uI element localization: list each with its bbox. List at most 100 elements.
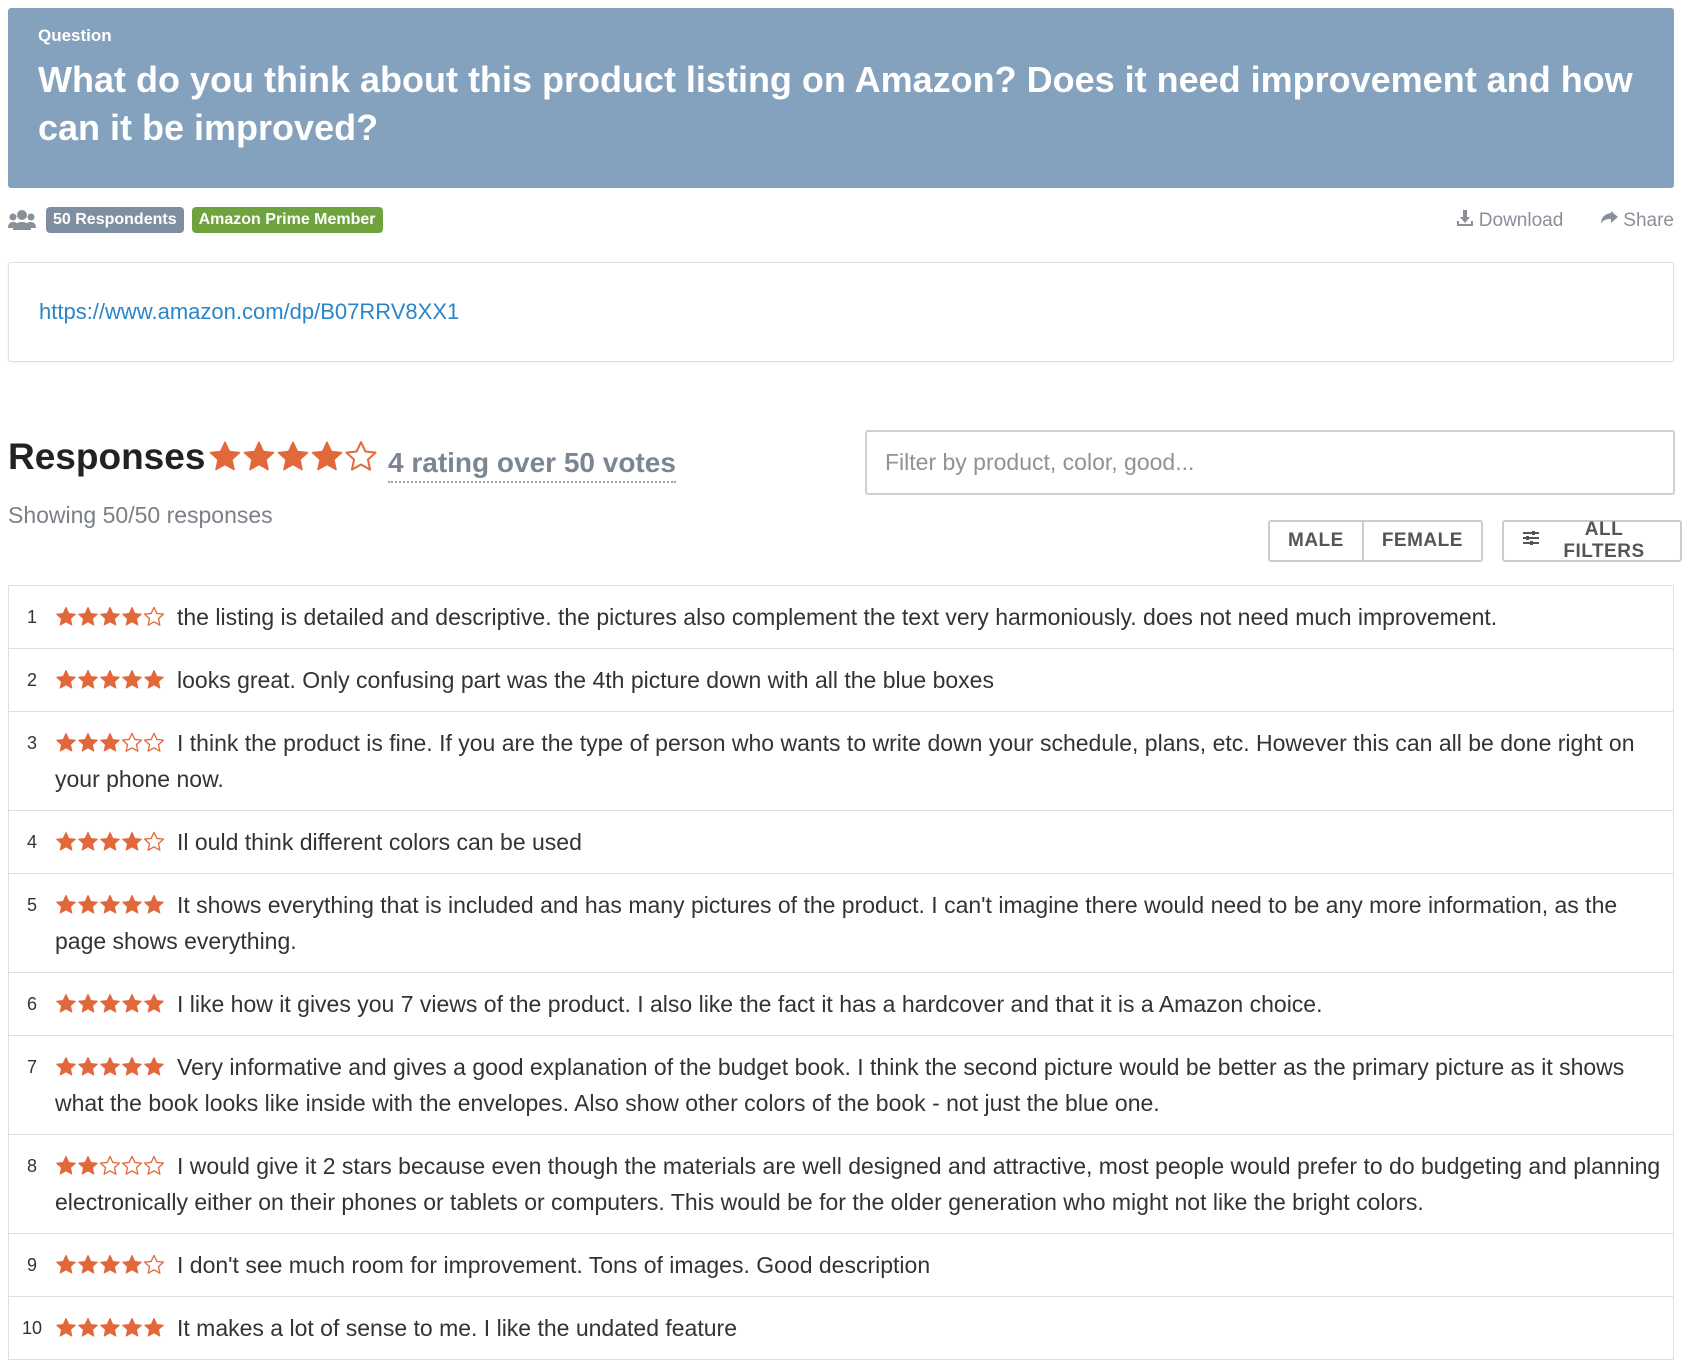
- response-text: I would give it 2 stars because even tho…: [55, 1153, 1661, 1215]
- row-number: 3: [26, 733, 37, 753]
- question-kicker: Question: [38, 26, 112, 45]
- star-filled-icon: [100, 669, 120, 689]
- star-empty-icon: [345, 441, 377, 471]
- table-row: 6 I like how it gives you 7 views of the …: [9, 973, 1673, 1036]
- respondents-badge: 50 Respondents: [46, 207, 184, 233]
- star-filled-icon: [78, 894, 98, 914]
- row-body: I would give it 2 stars because even tho…: [55, 1148, 1661, 1220]
- star-filled-icon: [277, 441, 309, 471]
- star-filled-icon: [144, 993, 164, 1013]
- overall-rating-stars: [208, 440, 378, 474]
- star-filled-icon: [56, 1317, 76, 1337]
- star-filled-icon: [56, 606, 76, 626]
- actions: Download Share: [1455, 208, 1674, 234]
- filter-input[interactable]: [865, 430, 1675, 495]
- star-filled-icon: [78, 1317, 98, 1337]
- page: Question What do you think about this pr…: [0, 0, 1682, 1360]
- star-filled-icon: [78, 669, 98, 689]
- product-link-card: https://www.amazon.com/dp/B07RRV8XX1: [8, 262, 1674, 362]
- star-filled-icon: [78, 1056, 98, 1076]
- response-text: I don't see much room for improvement. T…: [177, 1252, 931, 1278]
- star-filled-icon: [209, 441, 241, 471]
- overall-rating-link[interactable]: 4 rating over 50 votes: [388, 447, 676, 483]
- row-rating-stars: [55, 1056, 165, 1078]
- table-row: 8 I would give it 2 stars because even th…: [9, 1135, 1673, 1234]
- row-body: I think the product is fine. If you are …: [55, 725, 1661, 797]
- gender-filter-group: MALE FEMALE: [1268, 520, 1483, 562]
- row-number: 6: [26, 994, 37, 1014]
- table-row: 9 I don't see much room for improvement. …: [9, 1234, 1673, 1297]
- table-row: 10 It makes a lot of sense to me. I like …: [9, 1297, 1673, 1360]
- table-row: 3 I think the product is fine. If you are…: [9, 712, 1673, 811]
- star-filled-icon: [122, 894, 142, 914]
- share-label: Share: [1623, 210, 1674, 231]
- download-button[interactable]: Download: [1455, 208, 1564, 234]
- row-rating-stars: [55, 732, 165, 754]
- star-filled-icon: [56, 732, 76, 752]
- response-text: Il ould think different colors can be us…: [177, 829, 582, 855]
- responses-table: 1 the listing is detailed and descriptive…: [8, 585, 1674, 1360]
- star-filled-icon: [56, 894, 76, 914]
- row-number: 5: [26, 895, 37, 915]
- share-icon: [1599, 208, 1619, 234]
- question-text: What do you think about this product lis…: [38, 59, 1633, 148]
- star-filled-icon: [56, 831, 76, 851]
- star-empty-icon: [121, 1155, 143, 1175]
- row-number: 8: [26, 1156, 37, 1176]
- row-number: 9: [26, 1255, 37, 1275]
- row-number: 4: [26, 832, 37, 852]
- responses-title: Responses: [8, 436, 206, 477]
- row-body: It shows everything that is included and…: [55, 887, 1661, 959]
- question-banner: Question What do you think about this pr…: [8, 8, 1674, 188]
- star-filled-icon: [144, 669, 164, 689]
- all-filters-button[interactable]: ALL FILTERS: [1502, 519, 1682, 562]
- star-filled-icon: [122, 831, 142, 851]
- response-text: I like how it gives you 7 views of the p…: [177, 991, 1323, 1017]
- filter-male-button[interactable]: MALE: [1268, 520, 1364, 562]
- star-filled-icon: [56, 1056, 76, 1076]
- response-text: Very informative and gives a good explan…: [55, 1054, 1625, 1116]
- table-row: 7 Very informative and gives a good expla…: [9, 1036, 1673, 1135]
- row-rating-stars: [55, 1254, 165, 1276]
- star-empty-icon: [143, 606, 165, 626]
- row-body: looks great. Only confusing part was the…: [55, 662, 1661, 698]
- share-button[interactable]: Share: [1599, 208, 1674, 234]
- star-filled-icon: [78, 993, 98, 1013]
- star-filled-icon: [122, 993, 142, 1013]
- response-text: the listing is detailed and descriptive.…: [177, 604, 1498, 630]
- sliders-icon: [1522, 530, 1540, 552]
- row-rating-stars: [55, 993, 165, 1015]
- star-filled-icon: [100, 993, 120, 1013]
- star-empty-icon: [143, 732, 165, 752]
- filter-female-button[interactable]: FEMALE: [1363, 520, 1483, 562]
- table-row: 1 the listing is detailed and descriptive…: [9, 586, 1673, 649]
- star-filled-icon: [144, 1317, 164, 1337]
- row-rating-stars: [55, 1155, 165, 1177]
- response-text: I think the product is fine. If you are …: [55, 730, 1635, 792]
- download-icon: [1455, 208, 1475, 234]
- row-number: 7: [26, 1057, 37, 1077]
- row-body: Il ould think different colors can be us…: [55, 824, 1661, 860]
- segment-badge: Amazon Prime Member: [191, 207, 383, 233]
- row-rating-stars: [55, 1317, 165, 1339]
- star-filled-icon: [311, 441, 343, 471]
- star-filled-icon: [100, 1254, 120, 1274]
- star-filled-icon: [78, 831, 98, 851]
- row-body: the listing is detailed and descriptive.…: [55, 599, 1661, 635]
- row-rating-stars: [55, 606, 165, 628]
- star-filled-icon: [100, 894, 120, 914]
- star-empty-icon: [143, 831, 165, 851]
- all-filters-label: ALL FILTERS: [1563, 519, 1645, 562]
- star-filled-icon: [100, 1056, 120, 1076]
- showing-count: Showing 50/50 responses: [8, 502, 273, 528]
- meta-row: 50 Respondents Amazon Prime Member: [8, 206, 383, 234]
- product-link[interactable]: https://www.amazon.com/dp/B07RRV8XX1: [39, 299, 459, 324]
- star-filled-icon: [100, 1317, 120, 1337]
- row-body: Very informative and gives a good explan…: [55, 1049, 1661, 1121]
- star-empty-icon: [99, 1155, 121, 1175]
- star-filled-icon: [122, 1056, 142, 1076]
- row-body: It makes a lot of sense to me. I like th…: [55, 1310, 1661, 1346]
- star-filled-icon: [122, 1317, 142, 1337]
- download-label: Download: [1478, 210, 1564, 231]
- star-filled-icon: [100, 606, 120, 626]
